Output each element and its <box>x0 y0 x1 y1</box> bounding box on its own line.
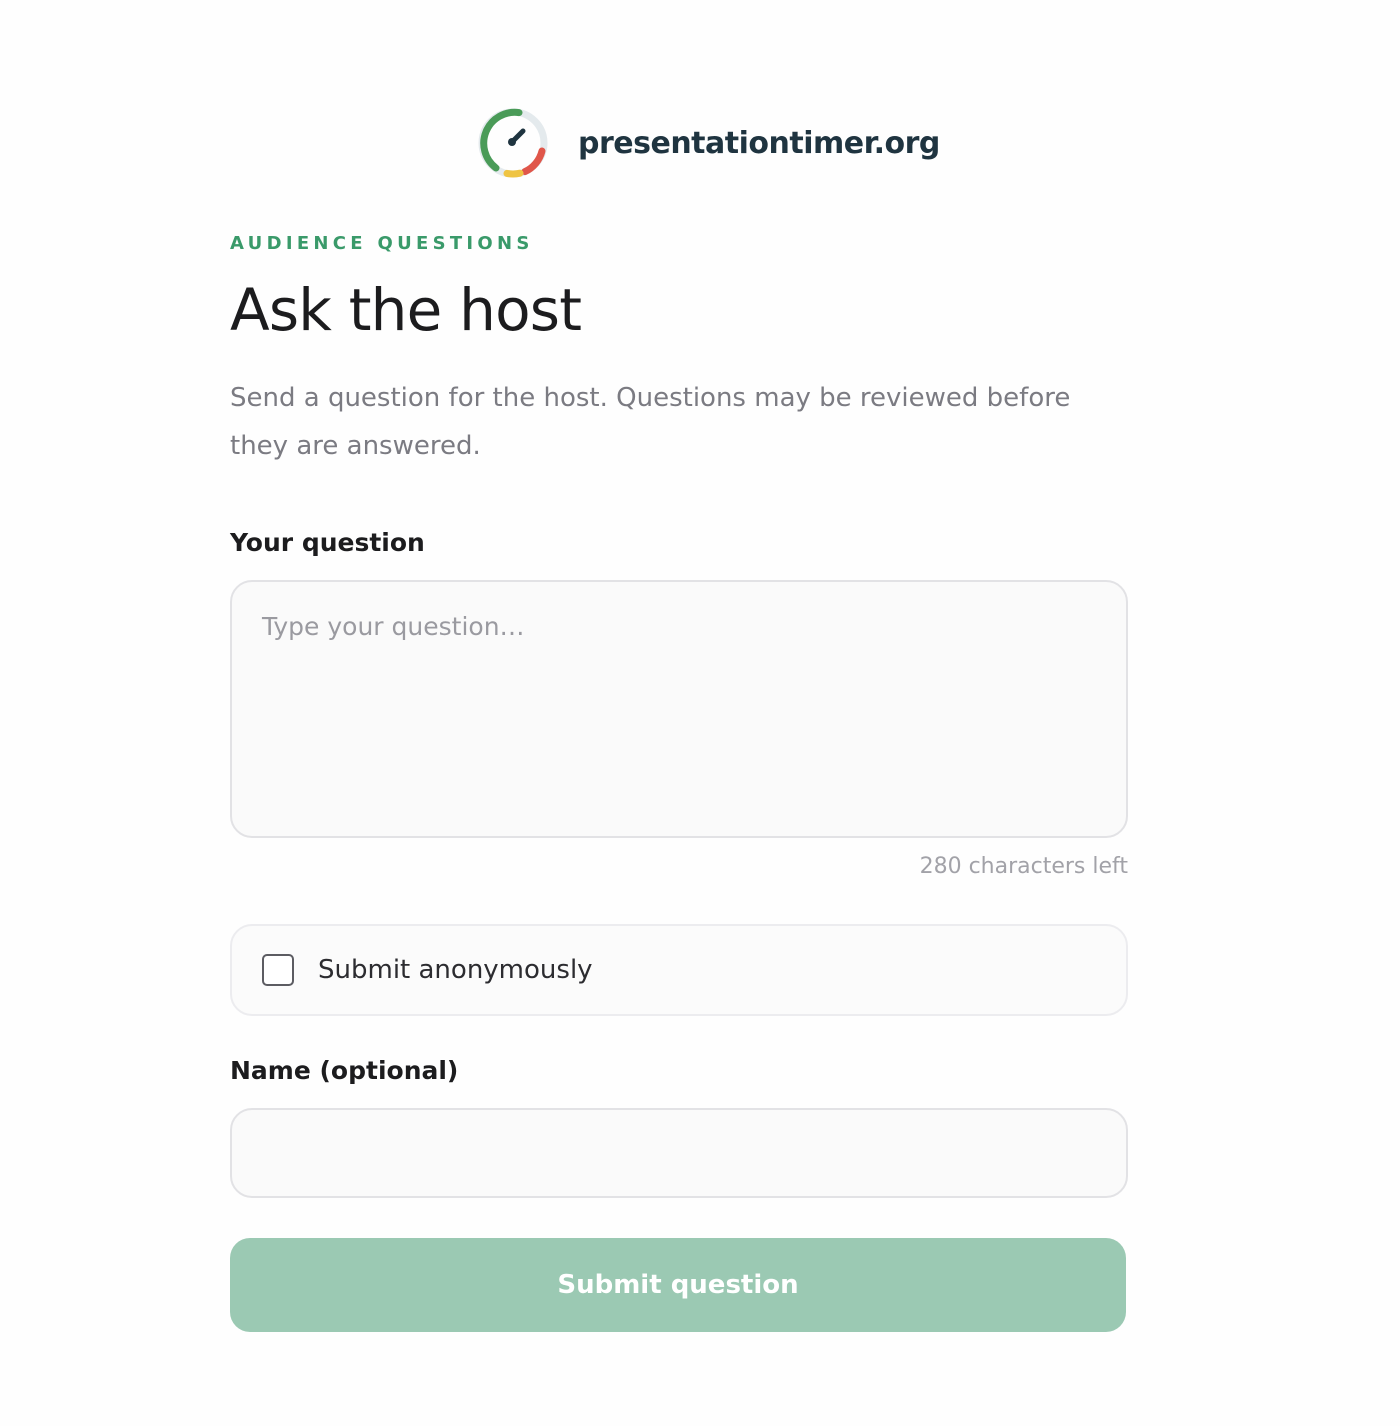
page-description: Send a question for the host. Questions … <box>230 383 1071 461</box>
name-input[interactable] <box>230 1108 1128 1198</box>
name-label: Name (optional) <box>230 1056 459 1085</box>
submit-anonymously-option[interactable]: Submit anonymously <box>230 924 1128 1016</box>
submit-question-button[interactable]: Submit question <box>230 1238 1126 1332</box>
anonymous-label: Submit anonymously <box>318 955 593 985</box>
anonymous-checkbox[interactable] <box>262 954 294 986</box>
section-eyebrow: AUDIENCE QUESTIONS <box>230 233 534 254</box>
question-label: Your question <box>230 528 425 557</box>
page-title: Ask the host <box>230 276 582 344</box>
timer-gauge-icon <box>478 108 548 178</box>
brand-name: presentationtimer.org <box>578 125 940 161</box>
brand-logo[interactable]: presentationtimer.org <box>474 104 940 182</box>
characters-left-counter: 280 characters left <box>919 854 1128 879</box>
question-textarea[interactable] <box>230 580 1128 838</box>
